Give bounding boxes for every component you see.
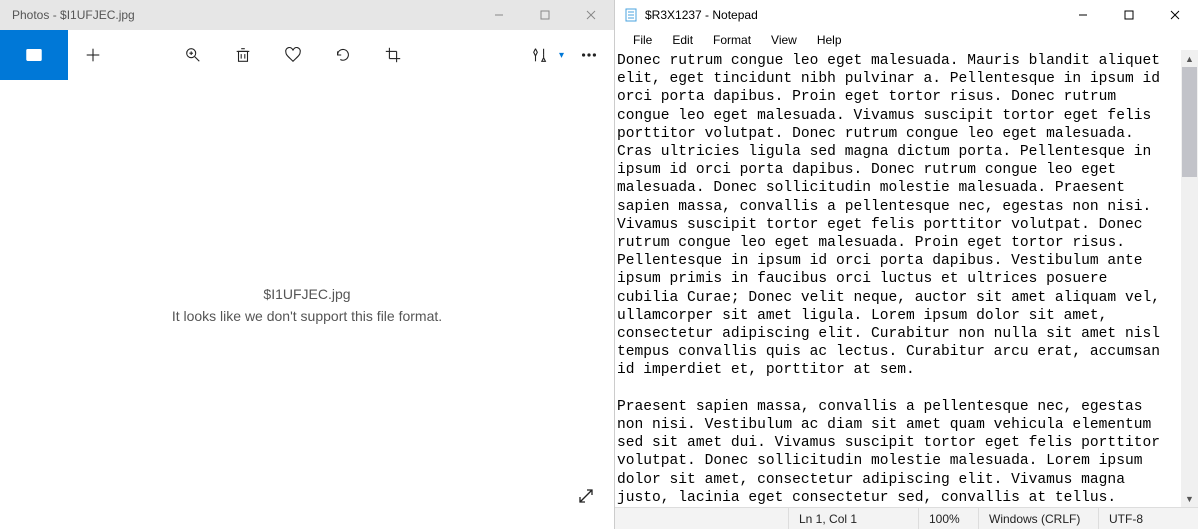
rotate-button[interactable] [318, 30, 368, 80]
notepad-titlebar: $R3X1237 - Notepad [615, 0, 1198, 30]
scroll-up-icon[interactable]: ▲ [1181, 50, 1198, 67]
photos-window-title: Photos - $I1UFJEC.jpg [12, 8, 476, 22]
crop-button[interactable] [368, 30, 418, 80]
minimize-button[interactable] [1060, 0, 1106, 30]
photos-content: $I1UFJEC.jpg It looks like we don't supp… [0, 80, 614, 529]
status-encoding: UTF-8 [1098, 508, 1198, 529]
menu-view[interactable]: View [763, 31, 805, 49]
maximize-button[interactable] [522, 0, 568, 30]
zoom-button[interactable] [168, 30, 218, 80]
edit-button[interactable] [515, 30, 565, 80]
status-position: Ln 1, Col 1 [788, 508, 918, 529]
notepad-window: $R3X1237 - Notepad File Edit Format View… [614, 0, 1198, 529]
collection-tab[interactable] [0, 30, 68, 80]
menu-file[interactable]: File [625, 31, 660, 49]
scroll-track[interactable] [1181, 67, 1198, 490]
minimize-button[interactable] [476, 0, 522, 30]
notepad-app-icon [623, 7, 639, 23]
photos-toolbar: ▾ [0, 30, 614, 80]
menu-edit[interactable]: Edit [664, 31, 701, 49]
scroll-thumb[interactable] [1182, 67, 1197, 177]
close-button[interactable] [568, 0, 614, 30]
status-eol: Windows (CRLF) [978, 508, 1098, 529]
photos-window: Photos - $I1UFJEC.jpg ▾ [0, 0, 614, 529]
file-name-label: $I1UFJEC.jpg [263, 286, 350, 302]
delete-button[interactable] [218, 30, 268, 80]
photos-titlebar: Photos - $I1UFJEC.jpg [0, 0, 614, 30]
notepad-text-area[interactable]: Donec rutrum congue leo eget malesuada. … [615, 50, 1181, 507]
more-button[interactable] [564, 30, 614, 80]
close-button[interactable] [1152, 0, 1198, 30]
notepad-body: Donec rutrum congue leo eget malesuada. … [615, 50, 1198, 507]
notepad-statusbar: Ln 1, Col 1 100% Windows (CRLF) UTF-8 [615, 507, 1198, 529]
notepad-menubar: File Edit Format View Help [615, 30, 1198, 50]
notepad-window-title: $R3X1237 - Notepad [645, 8, 1060, 22]
maximize-button[interactable] [1106, 0, 1152, 30]
favorite-button[interactable] [268, 30, 318, 80]
scrollbar-vertical[interactable]: ▲ ▼ [1181, 50, 1198, 507]
status-spacer [615, 508, 788, 529]
resize-icon[interactable] [578, 488, 594, 509]
scroll-down-icon[interactable]: ▼ [1181, 490, 1198, 507]
status-zoom: 100% [918, 508, 978, 529]
menu-format[interactable]: Format [705, 31, 759, 49]
unsupported-message: It looks like we don't support this file… [172, 308, 442, 324]
menu-help[interactable]: Help [809, 31, 850, 49]
add-button[interactable] [68, 30, 118, 80]
